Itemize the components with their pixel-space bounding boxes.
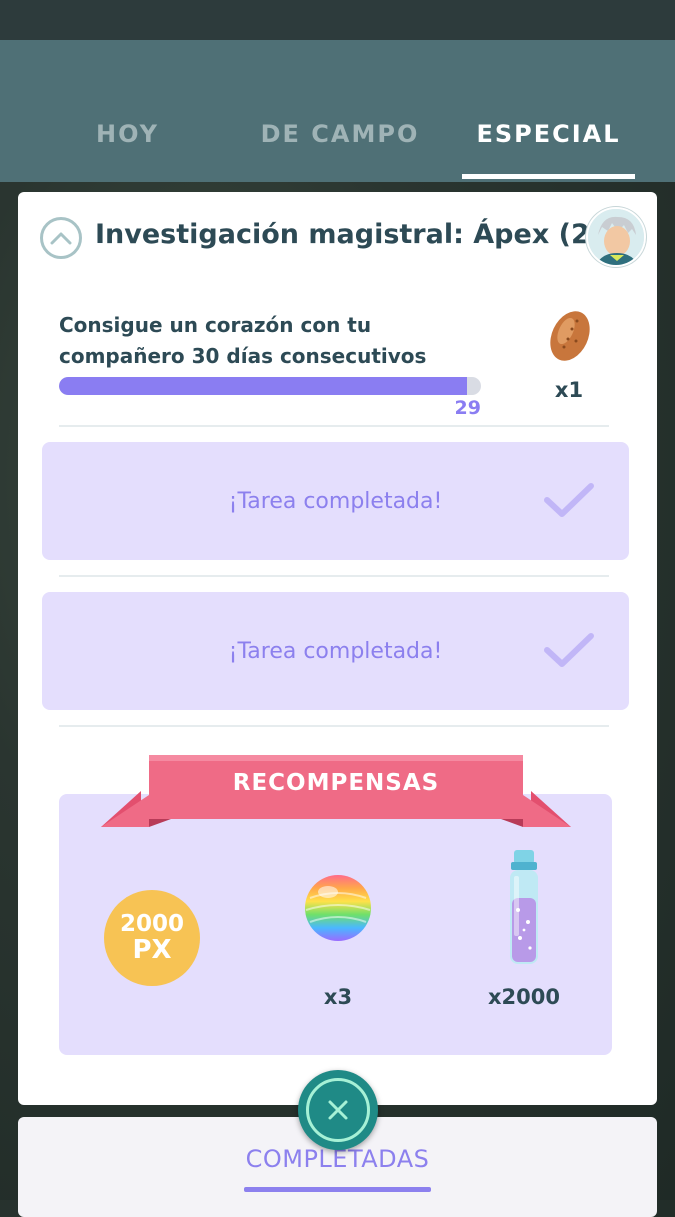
- task-progress-value: 29: [454, 397, 481, 419]
- checkmark-icon: [544, 483, 594, 517]
- checkmark-icon: [544, 633, 594, 667]
- tab-bar: [0, 40, 675, 182]
- status-bar: [0, 0, 675, 40]
- rare-candy-icon: [305, 875, 371, 941]
- completed-task-label: ¡Tarea completada!: [228, 489, 443, 514]
- active-tab-indicator: [462, 174, 635, 179]
- task-progress-bar: [59, 377, 481, 395]
- close-button-ring: [306, 1078, 370, 1142]
- tab-especial[interactable]: ESPECIAL: [462, 120, 635, 148]
- completed-task-1: ¡Tarea completada!: [42, 442, 629, 560]
- research-card: Investigación magistral: Ápex (2/4) Cons…: [18, 192, 657, 1105]
- xp-reward: 2000 PX: [104, 890, 200, 986]
- completed-task-2: ¡Tarea completada!: [42, 592, 629, 710]
- completed-task-label: ¡Tarea completada!: [228, 639, 443, 664]
- completed-tab-indicator: [244, 1187, 431, 1192]
- collapse-button[interactable]: [40, 217, 82, 259]
- chevron-up-icon: [50, 232, 72, 245]
- tab-de-campo[interactable]: DE CAMPO: [240, 120, 440, 148]
- task-description: Consigue un corazón con tu compañero 30 …: [59, 313, 427, 368]
- candy-reward-quantity: x3: [323, 985, 353, 1009]
- xp-unit: PX: [132, 935, 172, 965]
- professor-avatar: [586, 207, 646, 267]
- research-title: Investigación magistral: Ápex (2/4): [95, 219, 631, 250]
- task-reward-quantity: x1: [554, 378, 584, 402]
- stardust-reward-quantity: x2000: [488, 985, 560, 1009]
- xp-amount: 2000: [119, 911, 184, 937]
- close-button[interactable]: [298, 1070, 378, 1150]
- tab-hoy[interactable]: HOY: [60, 120, 195, 148]
- seed-icon: [550, 311, 590, 361]
- stardust-bottle-icon: [510, 850, 538, 964]
- divider: [59, 575, 609, 577]
- divider: [59, 425, 609, 427]
- task-progress-fill: [59, 377, 467, 395]
- close-icon: [328, 1100, 348, 1120]
- divider: [59, 725, 609, 727]
- rewards-header: RECOMPENSAS: [232, 770, 440, 796]
